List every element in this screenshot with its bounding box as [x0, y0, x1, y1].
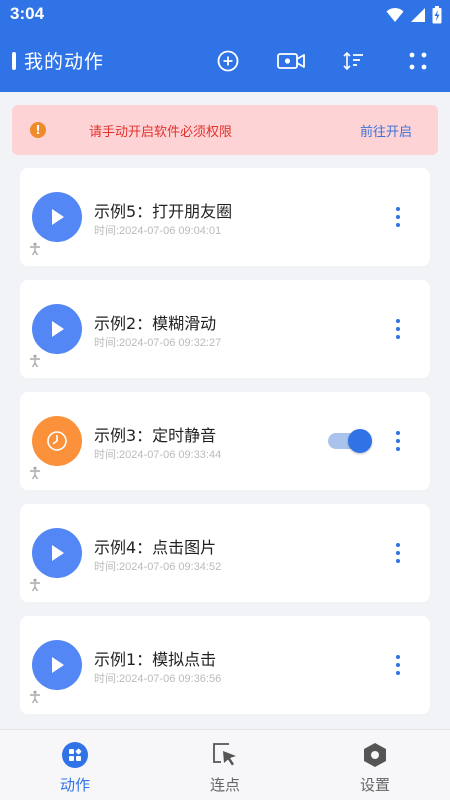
action-name: 示例3：定时静音: [94, 426, 217, 445]
toggle-knob: [348, 429, 372, 453]
play-button[interactable]: [32, 304, 82, 354]
action-time: 时间:2024-07-06 09:36:56: [94, 673, 222, 685]
action-card[interactable]: 示例3：定时静音 时间:2024-07-06 09:33:44: [20, 392, 430, 490]
action-card[interactable]: 示例1：模拟点击 时间:2024-07-06 09:36:56: [20, 616, 430, 714]
timer-button[interactable]: [32, 416, 82, 466]
sort-button[interactable]: [337, 44, 371, 78]
tab-actions-label: 动作: [59, 776, 90, 794]
tab-settings[interactable]: 设置: [300, 730, 450, 800]
tab-settings-label: 设置: [359, 776, 390, 794]
play-button[interactable]: [32, 192, 82, 242]
actions-grid-icon: [62, 742, 88, 768]
bottom-tab-bar: 动作 连点 设置: [0, 729, 450, 800]
accessibility-icon: [30, 578, 40, 592]
tab-actions[interactable]: 动作: [0, 730, 150, 800]
enable-toggle[interactable]: [326, 429, 372, 453]
grid-dots-icon: [409, 52, 427, 70]
more-menu-button[interactable]: [388, 428, 408, 454]
more-menu-button[interactable]: [388, 540, 408, 566]
warning-icon: !: [30, 122, 46, 138]
play-icon: [52, 321, 64, 337]
system-icons: [386, 6, 442, 24]
signal-icon: [411, 8, 425, 22]
record-button[interactable]: [274, 44, 308, 78]
accessibility-icon: [30, 242, 40, 256]
page-title: 我的动作: [24, 51, 105, 73]
action-name: 示例2：模糊滑动: [94, 314, 217, 333]
permission-banner: ! 请手动开启软件必须权限 前往开启: [12, 105, 438, 155]
action-name: 示例4：点击图片: [94, 538, 217, 557]
add-circle-icon: [217, 50, 239, 72]
play-icon: [52, 209, 64, 225]
cursor-click-icon: [213, 743, 236, 766]
action-name: 示例1：模拟点击: [94, 650, 217, 669]
app-bar: 我的动作: [0, 30, 450, 92]
title-accent: [12, 52, 16, 70]
more-menu-button[interactable]: [388, 652, 408, 678]
status-time: 3:04: [10, 4, 45, 23]
play-icon: [52, 657, 64, 673]
play-button[interactable]: [32, 528, 82, 578]
wifi-icon: [386, 7, 404, 22]
tab-auto-click[interactable]: 连点: [150, 730, 300, 800]
more-menu-button[interactable]: [388, 316, 408, 342]
accessibility-icon: [30, 690, 40, 704]
action-card[interactable]: 示例5：打开朋友圈 时间:2024-07-06 09:04:01: [20, 168, 430, 266]
add-action-button[interactable]: [211, 44, 245, 78]
action-time: 时间:2024-07-06 09:34:52: [94, 561, 222, 573]
tab-auto-click-label: 连点: [209, 776, 240, 794]
action-time: 时间:2024-07-06 09:33:44: [94, 449, 222, 461]
action-time: 时间:2024-07-06 09:04:01: [94, 225, 222, 237]
more-menu-button[interactable]: [388, 204, 408, 230]
sort-icon: [343, 51, 363, 71]
action-card[interactable]: 示例4：点击图片 时间:2024-07-06 09:34:52: [20, 504, 430, 602]
battery-icon: [432, 6, 442, 24]
action-name: 示例5：打开朋友圈: [94, 202, 233, 221]
action-time: 时间:2024-07-06 09:32:27: [94, 337, 222, 349]
enable-permission-link[interactable]: 前往开启: [360, 121, 412, 140]
play-button[interactable]: [32, 640, 82, 690]
play-icon: [52, 545, 64, 561]
banner-message: 请手动开启软件必须权限: [89, 125, 233, 140]
status-bar: 3:04: [0, 0, 450, 30]
clock-icon: [47, 431, 67, 451]
video-camera-icon: [277, 53, 305, 69]
accessibility-icon: [30, 466, 40, 480]
more-grid-button[interactable]: [401, 44, 435, 78]
settings-hex-icon: [364, 743, 386, 767]
action-card[interactable]: 示例2：模糊滑动 时间:2024-07-06 09:32:27: [20, 280, 430, 378]
accessibility-icon: [30, 354, 40, 368]
